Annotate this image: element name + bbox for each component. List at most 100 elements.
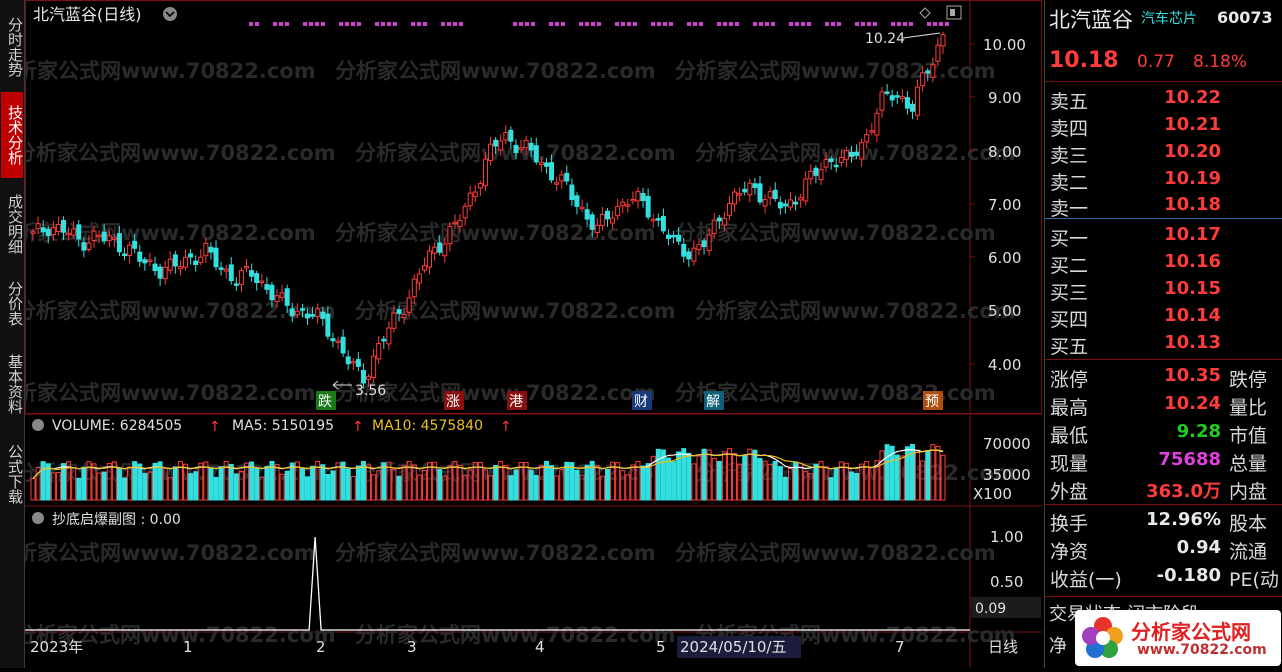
tab-trade-detail[interactable]: 成交明细 (1, 182, 24, 266)
candle-body (813, 167, 819, 176)
logo-name: 分析家公式网 (1131, 620, 1251, 644)
volume-menu-icon[interactable] (32, 419, 44, 431)
kline-svg[interactable]: 分析家公式网www.70822.com 分析家公式网www.70822.com 分析… (0, 0, 1042, 668)
candle-body (498, 140, 504, 151)
signal-dots-row (249, 22, 949, 26)
ask-row[interactable]: 卖一 10.18 (1045, 193, 1282, 220)
trade-status-2: 净 (1049, 636, 1067, 657)
signal-dot (801, 22, 805, 26)
price-axis: 10.00 9.00 8.00 7.00 6.00 5.00 4.00 (983, 36, 1026, 374)
candle-body (889, 95, 895, 101)
candle-body (894, 95, 900, 98)
watermark-text: 分析家公式网www.70822.com (25, 381, 316, 405)
candle-body (523, 139, 529, 149)
volume-bar (671, 461, 677, 501)
tab-minute-chart[interactable]: 分时走势 (1, 4, 24, 90)
signal-dot (549, 22, 553, 26)
up-arrow-icon: ↑ (500, 419, 512, 435)
bid-row[interactable]: 买二 10.16 (1045, 250, 1282, 277)
candle-body (193, 260, 199, 265)
volume-value: VOLUME: 6284505 (52, 418, 182, 434)
tab-formula-download[interactable]: 公式下载 (1, 432, 24, 516)
ma5-value: MA5: 5150195 (232, 418, 334, 434)
candle-body (808, 170, 814, 180)
stat-row: 最低 9.28 市值 (1045, 420, 1282, 447)
bid-row[interactable]: 买三 10.15 (1045, 277, 1282, 304)
candle-body (848, 151, 854, 157)
candle-body (640, 193, 646, 202)
stat-value: 10.24 (1164, 393, 1221, 414)
cursor-date: 2024/05/10/五 (680, 638, 787, 656)
watermark-text: 分析家公式网www.70822.com (335, 541, 656, 565)
title-dropdown-icon[interactable] (163, 7, 177, 21)
candle-body (787, 199, 793, 208)
signal-dot (447, 22, 451, 26)
signal-dot (633, 22, 637, 26)
candle-body (376, 343, 382, 360)
bid-price: 10.14 (1164, 305, 1221, 326)
candle-body (299, 308, 305, 311)
tab-fundamentals[interactable]: 基本资料 (1, 342, 24, 426)
ask-row[interactable]: 卖四 10.21 (1045, 113, 1282, 140)
candle-body (355, 359, 361, 367)
volume-bar (493, 464, 499, 501)
watermark-text: 分析家公式网www.70822.com (25, 59, 316, 83)
candle-body (325, 313, 331, 337)
period-button[interactable]: 日线 (988, 638, 1018, 656)
stat-label: 净资 (1050, 541, 1089, 563)
ask-row[interactable]: 卖二 10.19 (1045, 167, 1282, 194)
ask-row[interactable]: 卖三 10.20 (1045, 140, 1282, 167)
bid-row[interactable]: 买五 10.13 (1045, 331, 1282, 358)
bid-row[interactable]: 买一 10.17 (1045, 223, 1282, 250)
stock-sector[interactable]: 汽车芯片 (1141, 8, 1197, 28)
stat-label: 涨停 (1050, 369, 1089, 391)
signal-dot (663, 22, 667, 26)
signal-dot (933, 22, 937, 26)
candle-body (518, 147, 524, 150)
diamond-icon[interactable] (919, 7, 931, 19)
signal-dot (831, 22, 835, 26)
watermark-text: 分析家公式网www.70822.com (355, 299, 676, 323)
high-arrow (902, 32, 941, 39)
candle-body (488, 143, 494, 162)
candle-body (366, 376, 372, 380)
candle-body (549, 162, 555, 181)
tab-price-table[interactable]: 分价表 (1, 270, 24, 336)
candle-body (223, 268, 229, 272)
volume-bar (833, 467, 839, 501)
ask-label: 卖四 (1050, 118, 1089, 140)
volume-bar (533, 474, 539, 501)
stat-label2: 流通 (1229, 541, 1268, 563)
time-tick: 3 (407, 638, 417, 656)
kline-chart-panel[interactable]: 分析家公式网www.70822.com 分析家公式网www.70822.com 分析… (0, 0, 1042, 668)
volume-bar (228, 463, 234, 501)
candle-body (538, 161, 544, 165)
candle-body (472, 191, 478, 198)
candle-body (457, 220, 463, 227)
candle-body (508, 129, 514, 142)
bid-row[interactable]: 买四 10.14 (1045, 304, 1282, 331)
ask-row[interactable]: 卖五 10.22 (1045, 86, 1282, 113)
candle-body (732, 191, 738, 205)
volume-bar (45, 463, 51, 501)
candle-body (828, 158, 834, 163)
candle-body (579, 206, 585, 210)
signal-dot (561, 22, 565, 26)
signal-dot (771, 22, 775, 26)
candle-body (838, 156, 844, 163)
volume-bar (772, 461, 778, 501)
candle-body (584, 209, 590, 220)
stat-value: -0.180 (1156, 565, 1221, 586)
candle-body (55, 224, 61, 232)
candle-body (254, 273, 260, 283)
tab-technical-analysis[interactable]: 技术分析 (1, 92, 24, 178)
candle-body (757, 183, 763, 203)
indicator-menu-icon[interactable] (32, 512, 44, 524)
signal-dot (531, 22, 535, 26)
signal-dot (909, 22, 913, 26)
ask-label: 卖二 (1050, 172, 1089, 194)
volume-bar (330, 470, 336, 501)
volume-bar (152, 462, 158, 501)
volume-bar (665, 457, 671, 501)
candle-body (447, 226, 453, 245)
